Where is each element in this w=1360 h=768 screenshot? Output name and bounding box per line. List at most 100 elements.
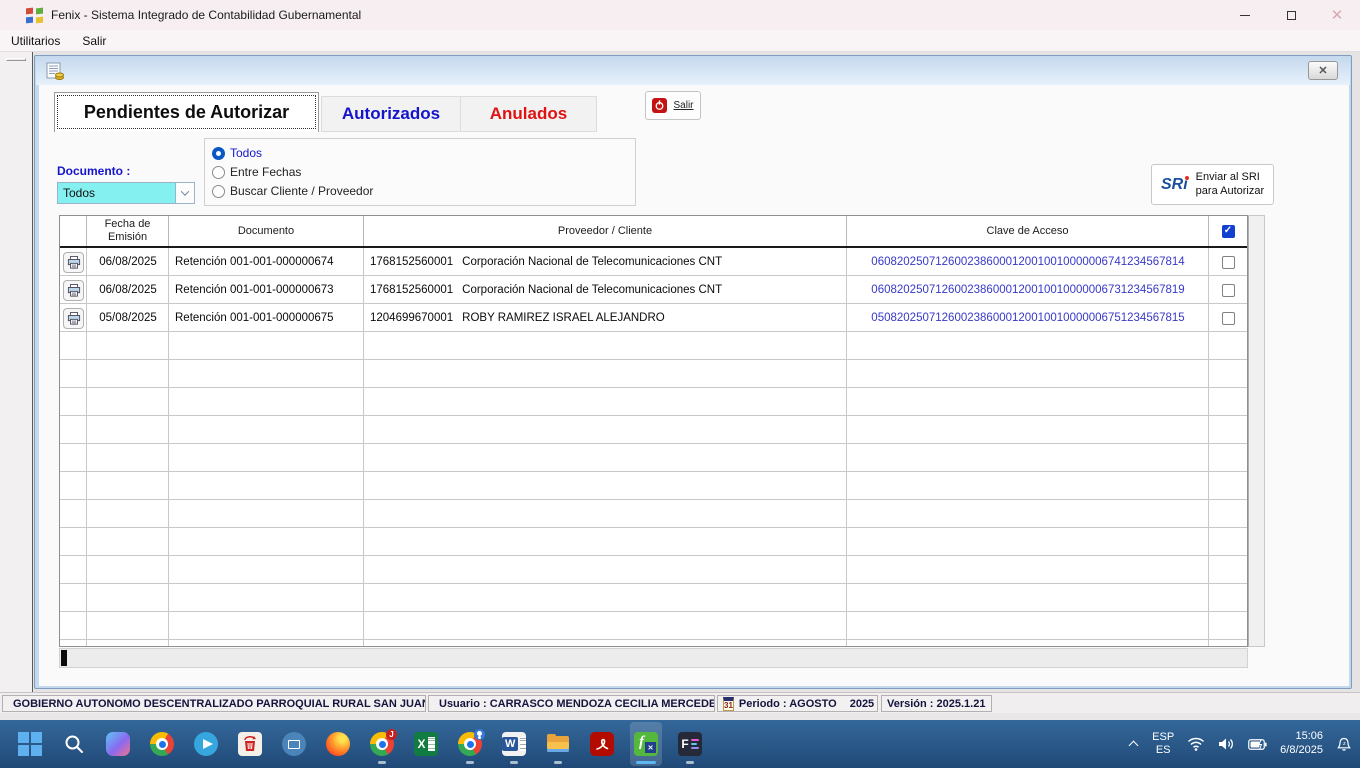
fsign-icon: F [678,732,702,756]
child-titlebar: ✕ [36,57,1350,85]
documents-table: Fecha de Emisión Documento Proveedor / C… [59,215,1248,647]
notification-bell-icon[interactable]: z [1336,737,1352,752]
row-fecha: 06/08/2025 [87,248,169,276]
taskbar-acrobat[interactable] [586,722,618,766]
document-coins-icon [46,62,65,80]
sri-button-label: Enviar al SRIpara Autorizar [1196,171,1264,199]
horizontal-scrollbar[interactable] [59,648,1248,668]
menu-item[interactable]: Utilitarios [0,30,71,51]
toolbar-handle[interactable] [6,58,26,61]
radio-entre-fechas-dot[interactable] [212,166,225,179]
row-proveedor-nombre: ROBY RAMIREZ ISRAEL ALEJANDRO [462,312,665,324]
record-position-marker [61,650,67,666]
table-row[interactable]: 06/08/2025 Retención 001-001-000000673 1… [60,276,1247,304]
row-checkbox[interactable] [1222,312,1235,325]
taskbar-fsign[interactable]: F [674,722,706,766]
tab-autorizados[interactable]: Autorizados [321,96,461,132]
row-ruc: 1204699670001 [370,312,453,324]
maximize-button[interactable] [1268,0,1314,30]
table-row[interactable]: 05/08/2025 Retención 001-001-000000675 1… [60,304,1247,332]
radio-buscar-cliente-dot[interactable] [212,185,225,198]
minimize-button[interactable] [1222,0,1268,30]
folder-icon [546,732,570,756]
desktop: { "window": { "title": "Fenix - Sistema … [0,0,1360,768]
word-icon: W [502,732,526,756]
row-documento: Retención 001-001-000000674 [169,248,364,276]
row-clave-acceso: 0508202507126002386000120010010000006751… [847,304,1209,332]
radio-todos[interactable]: Todos [212,145,262,161]
taskbar-excel[interactable]: X [410,722,442,766]
statusbar-entity: GOBIERNO AUTONOMO DESCENTRALIZADO PARROQ… [2,695,426,712]
radio-todos-dot[interactable] [212,147,225,160]
taskbar-file-explorer[interactable] [542,722,574,766]
radio-entre-fechas[interactable]: Entre Fechas [212,164,301,180]
remote-desktop-icon [282,732,306,756]
excel-icon: X [414,732,438,756]
print-button[interactable] [63,280,84,301]
taskbar-telegram[interactable] [190,722,222,766]
chrome-icon [458,732,482,756]
row-checkbox[interactable] [1222,284,1235,297]
taskbar-chrome[interactable] [146,722,178,766]
row-fecha: 05/08/2025 [87,304,169,332]
documento-select-value: Todos [58,186,175,200]
documento-select[interactable]: Todos [57,182,195,204]
row-proveedor-nombre: Corporación Nacional de Telecomunicacion… [462,284,722,296]
recycle-bin-icon [238,732,262,756]
menu-item[interactable]: Salir [71,30,117,51]
profile-person-badge [474,729,485,740]
enviar-sri-button[interactable]: SRi Enviar al SRIpara Autorizar [1151,164,1274,205]
language-indicator[interactable]: ESPES [1152,731,1174,757]
print-button[interactable] [63,252,84,273]
header-fecha: Fecha de Emisión [87,216,169,246]
firefox-icon [326,732,350,756]
select-all-checkbox[interactable] [1222,225,1235,238]
vertical-scrollbar[interactable] [1248,215,1265,647]
chrome-icon [150,732,174,756]
header-print-col [60,216,87,246]
print-button[interactable] [63,308,84,329]
taskbar-word[interactable]: W [498,722,530,766]
taskbar-remote-desktop[interactable] [278,722,310,766]
volume-icon[interactable] [1218,737,1235,751]
battery-icon[interactable] [1248,739,1267,750]
row-documento: Retención 001-001-000000675 [169,304,364,332]
taskbar-fenix-active[interactable]: f ✕ [630,722,662,766]
side-toolbar-strip [0,52,33,692]
taskbar-firefox[interactable] [322,722,354,766]
radio-buscar-cliente[interactable]: Buscar Cliente / Proveedor [212,183,373,199]
header-proveedor: Proveedor / Cliente [364,216,847,246]
tray-expand-icon[interactable] [1129,739,1139,749]
menubar: UtilitariosSalir [0,30,1360,52]
taskbar-chrome-profile-2[interactable] [454,722,486,766]
row-proveedor-nombre: Corporación Nacional de Telecomunicacion… [462,256,722,268]
start-button[interactable] [14,722,46,766]
statusbar-usuario: Usuario : CARRASCO MENDOZA CECILIA MERCE… [428,695,715,712]
taskbar-chrome-profile-j[interactable]: J [366,722,398,766]
row-proveedor: 1204699670001 ROBY RAMIREZ ISRAEL ALEJAN… [364,304,847,332]
telegram-icon [194,732,218,756]
tab-anulados[interactable]: Anulados [461,96,597,132]
taskbar-search[interactable] [58,722,90,766]
child-body: Pendientes de Autorizar Autorizados Anul… [39,85,1349,686]
chevron-down-icon[interactable] [175,183,194,203]
documento-label: Documento : [57,164,130,178]
taskbar-recycle-app[interactable] [234,722,266,766]
window-titlebar: Fenix - Sistema Integrado de Contabilida… [0,0,1360,30]
sri-logo: SRi [1161,176,1188,194]
tab-pendientes-de-autorizar[interactable]: Pendientes de Autorizar [54,92,319,132]
row-checkbox[interactable] [1222,256,1235,269]
header-select-all [1209,216,1247,246]
search-icon [63,733,85,755]
wifi-icon[interactable] [1187,737,1205,751]
child-close-button[interactable]: ✕ [1308,61,1338,80]
close-button[interactable]: ✕ [1314,0,1360,30]
acrobat-icon [590,732,614,756]
salir-button[interactable]: Salir [645,91,701,120]
clock[interactable]: 15:066/8/2025 [1280,730,1323,758]
table-body: 06/08/2025 Retención 001-001-000000674 1… [60,248,1247,646]
table-row[interactable]: 06/08/2025 Retención 001-001-000000674 1… [60,248,1247,276]
taskbar-copilot[interactable] [102,722,134,766]
radio-todos-label: Todos [230,146,262,160]
system-tray: ESPES 15:066/8/2025 z [1129,720,1352,768]
